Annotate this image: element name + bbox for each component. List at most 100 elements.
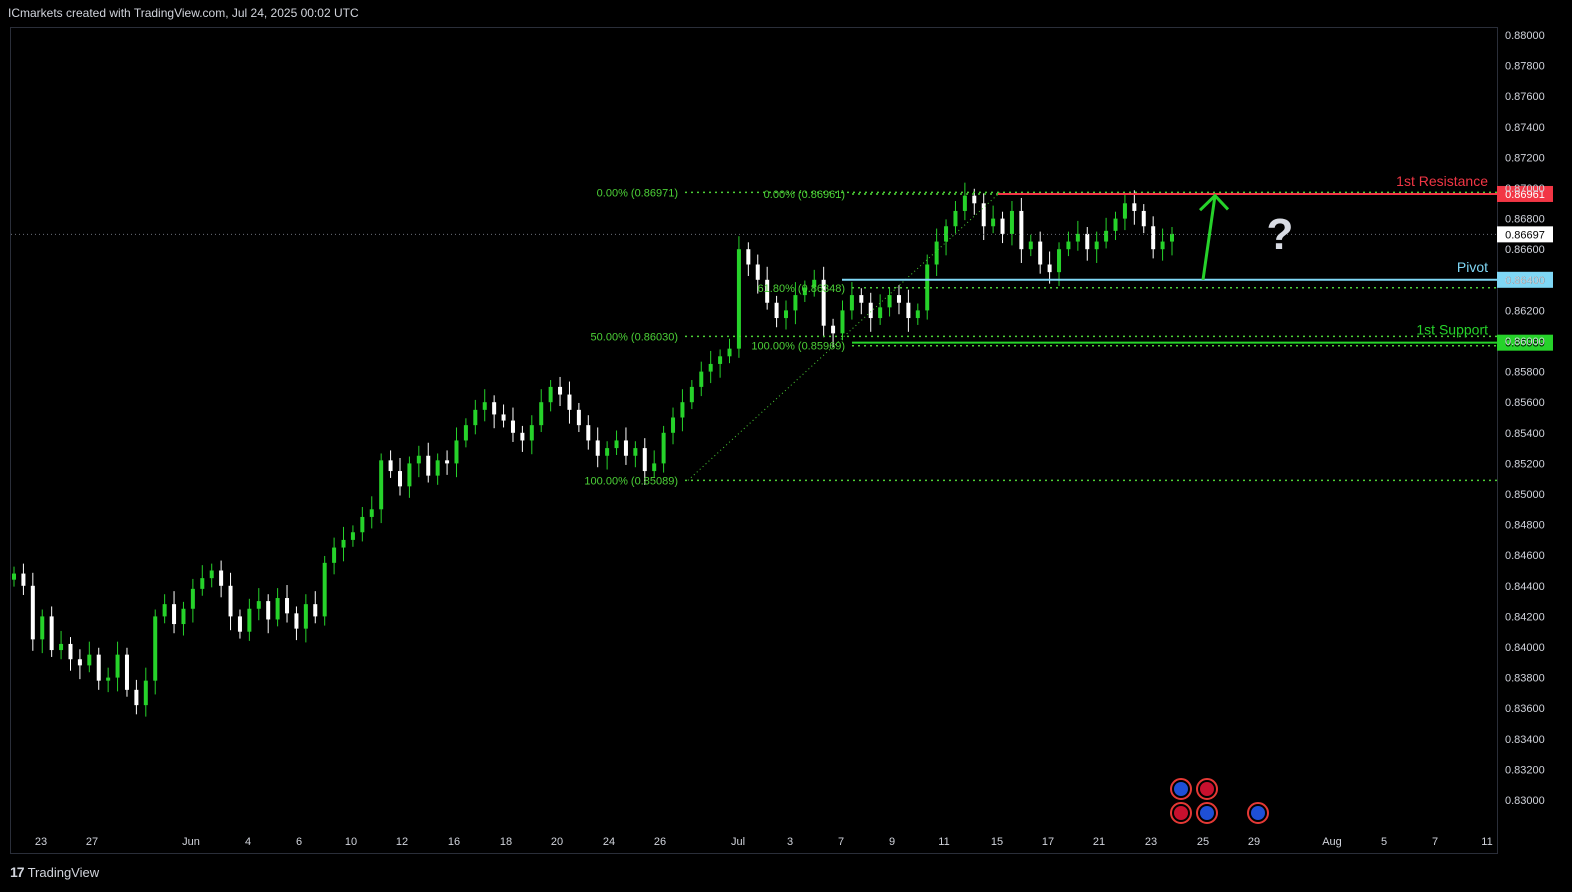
- x-tick-label: 12: [396, 836, 408, 848]
- x-tick-label: 3: [787, 836, 793, 848]
- x-tick-label: 15: [991, 836, 1003, 848]
- candle-body: [153, 616, 158, 681]
- candle-body: [285, 598, 290, 614]
- candle-body: [642, 448, 647, 472]
- x-tick-label: 23: [1145, 836, 1157, 848]
- economic-events: [1170, 778, 1269, 824]
- y-tick-label: 0.85200: [1505, 458, 1545, 470]
- candle-body: [181, 608, 186, 625]
- candle-body: [727, 348, 732, 357]
- fib-layer: 0.00% (0.86971) 50.00% (0.86030) 100.00% (…: [584, 187, 1497, 487]
- candle-body: [1151, 226, 1156, 250]
- x-tick-label: 21: [1093, 836, 1105, 848]
- candle-body: [661, 432, 666, 464]
- candle-body: [1075, 233, 1080, 242]
- candle-body: [520, 432, 525, 441]
- level-name: 1st Resistance: [1396, 173, 1488, 189]
- candle-body: [972, 195, 977, 204]
- y-tick-label: 0.83800: [1505, 673, 1545, 685]
- candle-body: [388, 460, 393, 472]
- x-tick-label: 17: [1042, 836, 1054, 848]
- uk-flag-icon: [1174, 806, 1188, 820]
- candle-body: [878, 307, 883, 319]
- candle-body: [501, 414, 506, 421]
- candle-body: [699, 371, 704, 387]
- candle-body: [868, 302, 873, 319]
- y-tick-label: 0.87600: [1505, 91, 1545, 103]
- y-tick-label: 0.86400: [1505, 275, 1545, 287]
- candle-body: [633, 448, 638, 456]
- y-tick-label: 0.86200: [1505, 305, 1545, 317]
- x-tick-label: 29: [1248, 836, 1260, 848]
- candle-body: [896, 295, 901, 303]
- y-tick-label: 0.86000: [1505, 336, 1545, 348]
- candle-body: [981, 203, 986, 227]
- eu-flag-icon: [1174, 782, 1188, 796]
- candle-body: [1113, 218, 1118, 231]
- candle-body: [435, 460, 440, 476]
- candle-body: [256, 601, 261, 609]
- candle-body: [482, 402, 487, 410]
- candle-body: [1132, 203, 1137, 211]
- y-tick-label: 0.84400: [1505, 581, 1545, 593]
- y-tick-label: 0.88000: [1505, 30, 1545, 42]
- fib-left-label: 100.00% (0.85089): [584, 475, 678, 487]
- candle-body: [313, 604, 318, 617]
- candle-body: [708, 363, 713, 372]
- candle-body: [831, 325, 836, 334]
- y-tick-label: 0.83400: [1505, 734, 1545, 746]
- candle-body: [454, 440, 459, 464]
- candle-body: [529, 425, 534, 441]
- x-tick-label: 26: [654, 836, 666, 848]
- candle-body: [510, 420, 515, 433]
- candle-body: [68, 643, 73, 660]
- x-tick-label: 25: [1197, 836, 1209, 848]
- y-tick-label: 0.87800: [1505, 61, 1545, 73]
- candle-body: [859, 295, 864, 303]
- candle-body: [849, 295, 854, 311]
- question-mark-annotation: ?: [1267, 210, 1294, 259]
- candle-body: [143, 680, 148, 706]
- price-chart[interactable]: 0.00% (0.86971)50.00% (0.86030)100.00% (…: [0, 0, 1572, 892]
- candle-body: [200, 578, 205, 589]
- candle-body: [303, 604, 308, 629]
- x-tick-label: 11: [1481, 836, 1492, 848]
- candle-body: [840, 310, 845, 334]
- candle-body: [124, 654, 129, 690]
- candle-body: [623, 440, 628, 456]
- candle-body: [671, 417, 676, 433]
- tradingview-brand[interactable]: 17 TradingView: [10, 864, 99, 880]
- candle-body: [558, 386, 563, 395]
- x-tick-label: 9: [889, 836, 895, 848]
- candle-body: [991, 218, 996, 227]
- candle-body: [21, 573, 26, 586]
- candle-body: [1057, 249, 1062, 273]
- candle-body: [887, 295, 892, 308]
- candle-body: [1160, 241, 1165, 250]
- candle-body: [228, 585, 233, 617]
- candle-body: [567, 394, 572, 410]
- candle-body: [539, 402, 544, 426]
- x-tick-label: 27: [86, 836, 98, 848]
- candle-body: [915, 310, 920, 319]
- candle-body: [1122, 203, 1127, 219]
- candle-body: [209, 570, 214, 579]
- time-axis: 23 27 Jun 4 6 10 12 16 18 20 24 26 Jul 3 7 9 11 15 17 21 23 2…: [35, 836, 1493, 848]
- current-price-label: 0.86697: [1505, 229, 1545, 241]
- candle-body: [793, 295, 798, 311]
- candle-body: [1028, 241, 1033, 250]
- candle-body: [595, 440, 600, 456]
- candle-body: [1104, 230, 1109, 242]
- y-tick-label: 0.84800: [1505, 520, 1545, 532]
- candle-body: [473, 409, 478, 426]
- y-tick-label: 0.84200: [1505, 611, 1545, 623]
- candle-body: [1019, 210, 1024, 250]
- y-tick-label: 0.85800: [1505, 367, 1545, 379]
- candle-body: [106, 677, 111, 681]
- eu-flag-icon: [1200, 806, 1214, 820]
- candle-body: [755, 264, 760, 280]
- candle-body: [718, 356, 723, 364]
- candle-body: [360, 516, 365, 533]
- candle-body: [1000, 218, 1005, 234]
- candle-body: [322, 562, 327, 617]
